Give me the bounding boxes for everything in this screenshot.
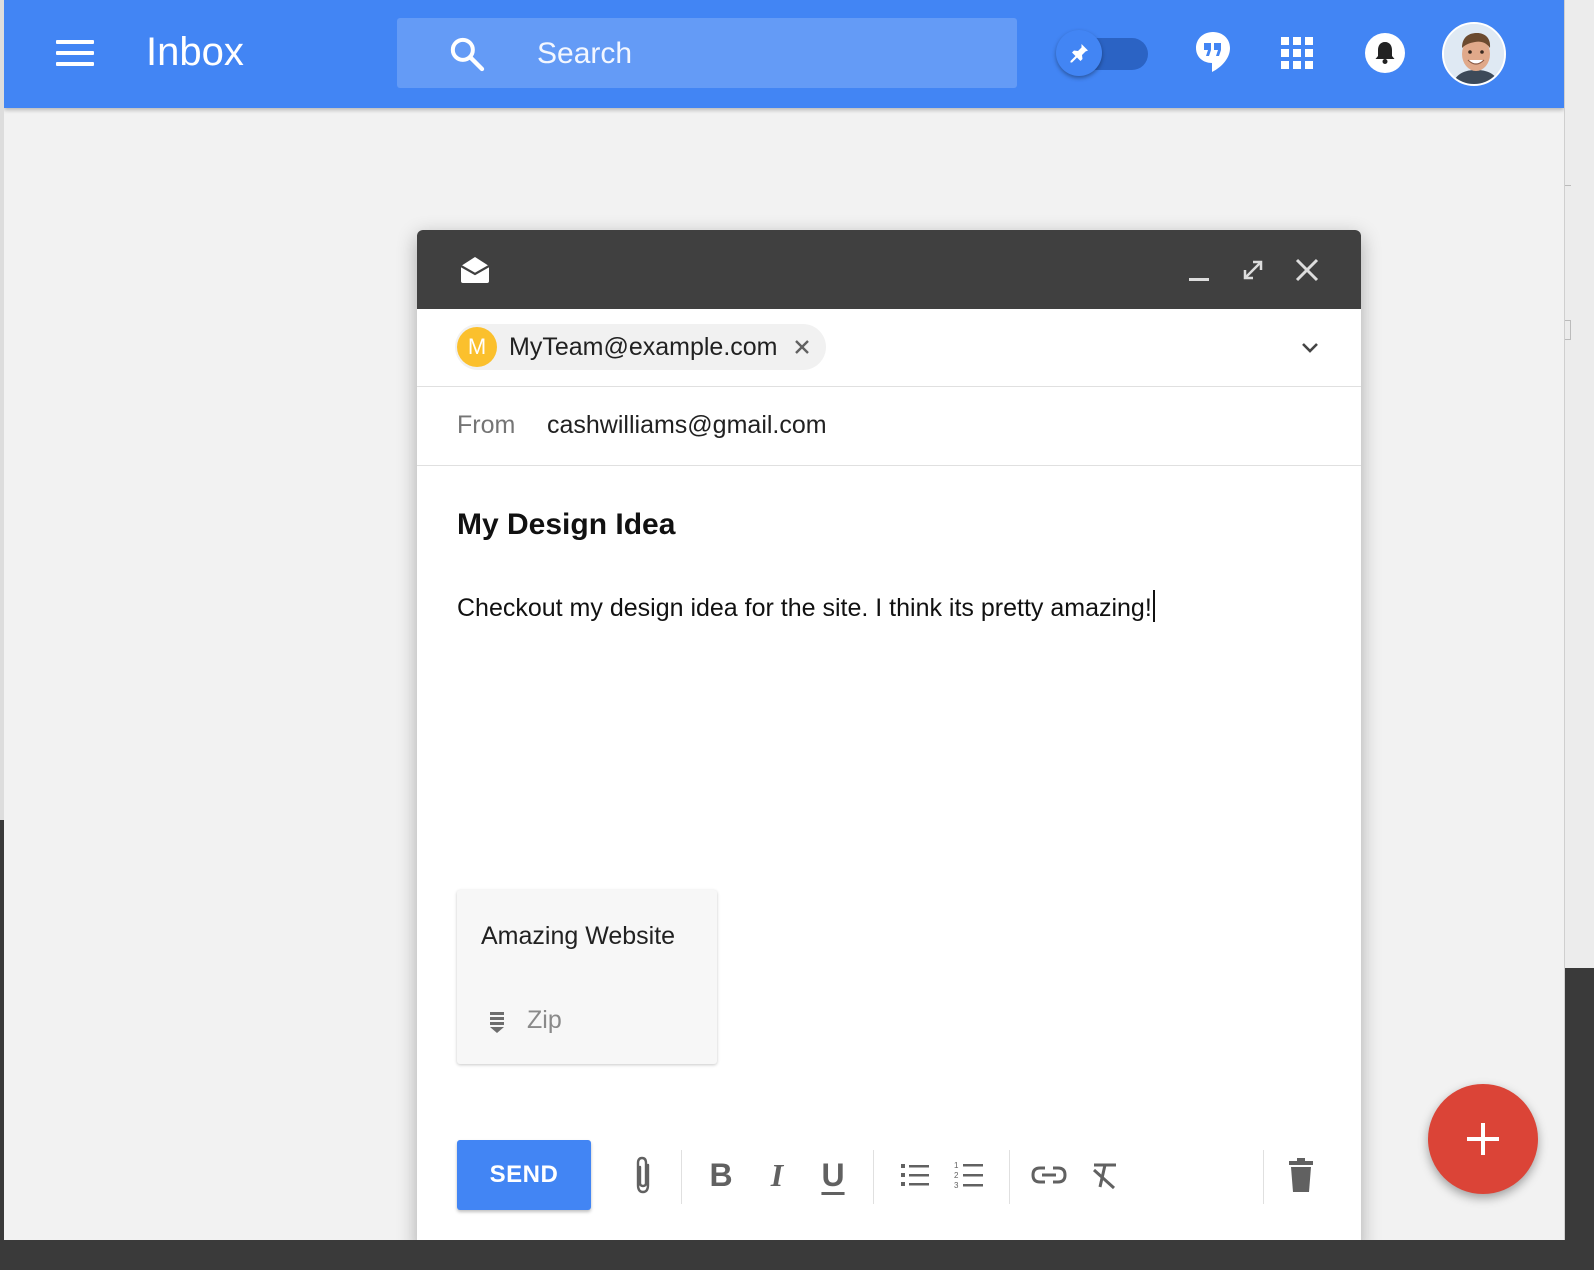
text-cursor — [1152, 590, 1155, 622]
toolbar-divider — [1263, 1150, 1264, 1204]
open-envelope-icon — [460, 257, 490, 283]
clear-formatting-icon[interactable] — [1085, 1154, 1125, 1196]
hamburger-menu-icon[interactable] — [56, 40, 94, 68]
minimize-icon[interactable] — [1183, 254, 1215, 286]
hangouts-icon[interactable] — [1190, 30, 1236, 76]
recipient-chip[interactable]: M MyTeam@example.com — [455, 324, 826, 370]
toolbar-divider — [873, 1150, 874, 1204]
bell-icon[interactable] — [1362, 30, 1408, 76]
subject-field[interactable]: My Design Idea — [457, 508, 675, 542]
message-body[interactable]: Checkout my design idea for the site. I … — [457, 590, 1155, 623]
toolbar-divider — [1009, 1150, 1010, 1204]
desktop-bottom-edge — [0, 1240, 1594, 1270]
plus-icon — [1467, 1123, 1499, 1155]
compose-fab-button[interactable] — [1428, 1084, 1538, 1194]
search-icon[interactable] — [447, 34, 487, 74]
from-label: From — [457, 411, 516, 439]
bold-icon[interactable]: B — [701, 1154, 741, 1196]
svg-text:1: 1 — [954, 1161, 959, 1170]
message-body-text: Checkout my design idea for the site. I … — [457, 594, 1152, 622]
user-avatar[interactable] — [1442, 22, 1506, 86]
from-row[interactable]: From cashwilliams@gmail.com — [417, 387, 1361, 466]
expand-icon[interactable] — [1237, 254, 1269, 286]
recipient-avatar: M — [457, 327, 497, 367]
bulleted-list-icon[interactable] — [895, 1154, 935, 1196]
recipient-email: MyTeam@example.com — [509, 332, 778, 361]
svg-text:3: 3 — [954, 1181, 959, 1190]
toolbar-divider — [681, 1150, 682, 1204]
pin-toggle[interactable] — [1056, 30, 1148, 76]
compose-dialog: M MyTeam@example.com From cashwilliams@g… — [417, 230, 1361, 1240]
background-window-edge — [1564, 0, 1594, 1270]
attachment-title: Amazing Website — [481, 922, 676, 950]
apps-grid-icon[interactable] — [1274, 30, 1320, 76]
search-input[interactable] — [537, 34, 977, 74]
attachment-card[interactable]: Amazing Website Zip — [457, 890, 717, 1064]
compose-header — [417, 230, 1361, 309]
from-value[interactable]: cashwilliams@gmail.com — [547, 411, 827, 440]
pin-icon — [1056, 30, 1102, 76]
trash-icon[interactable] — [1281, 1154, 1321, 1196]
top-app-bar: Inbox — [4, 0, 1564, 108]
link-icon[interactable] — [1029, 1154, 1069, 1196]
chevron-down-icon[interactable] — [1297, 335, 1323, 361]
italic-icon[interactable]: I — [757, 1154, 797, 1196]
attach-file-icon[interactable] — [623, 1154, 663, 1196]
underline-icon[interactable]: U — [813, 1154, 853, 1196]
inbox-app: Inbox Search M MyTeam@example.com From c… — [4, 0, 1564, 1240]
numbered-list-icon[interactable]: 1 2 3 — [949, 1154, 989, 1196]
attachment-type: Zip — [527, 1006, 562, 1034]
zip-icon — [490, 1012, 504, 1033]
recipients-row[interactable]: M MyTeam@example.com — [417, 309, 1361, 387]
send-button[interactable]: SEND — [457, 1140, 591, 1210]
close-icon[interactable] — [1291, 254, 1323, 286]
app-title: Inbox — [146, 30, 244, 74]
search-bar[interactable] — [397, 18, 1017, 88]
compose-toolbar: SEND B I U 1 2 3 — [417, 1140, 1361, 1212]
svg-text:2: 2 — [954, 1171, 959, 1180]
remove-recipient-icon[interactable] — [790, 335, 814, 359]
